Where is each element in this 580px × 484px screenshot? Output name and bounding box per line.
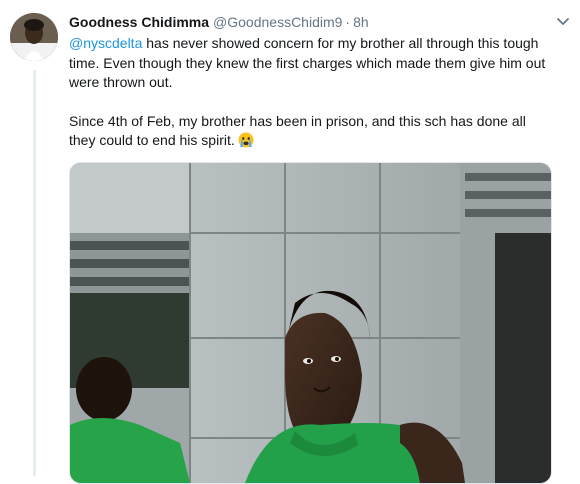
avatar-image: [10, 13, 58, 61]
tweet-photo[interactable]: [69, 162, 552, 484]
crying-face-emoji: [238, 132, 254, 148]
tweet-paragraph-2: Since 4th of Feb, my brother has been in…: [69, 112, 549, 151]
tweet-text: @nyscdelta has never showed concern for …: [69, 34, 549, 151]
separator-dot: ·: [345, 14, 351, 30]
tweet-text-part2: Since 4th of Feb, my brother has been in…: [69, 112, 526, 149]
tweet-timestamp[interactable]: 8h: [353, 12, 369, 32]
tweet-content: Goodness Chidimma @GoodnessChidim9 · 8h …: [69, 12, 569, 151]
mention-link[interactable]: @nyscdelta: [69, 35, 142, 51]
thread-connector-line: [33, 70, 36, 476]
display-name[interactable]: Goodness Chidimma: [69, 12, 209, 32]
tweet-header: Goodness Chidimma @GoodnessChidim9 · 8h: [69, 12, 569, 32]
photo-two-men-outside-building: [70, 163, 551, 483]
chevron-down-icon[interactable]: [556, 16, 570, 28]
user-avatar[interactable]: [10, 13, 58, 61]
user-handle[interactable]: @GoodnessChidim9: [213, 12, 342, 32]
tweet-paragraph-1: @nyscdelta has never showed concern for …: [69, 34, 549, 93]
